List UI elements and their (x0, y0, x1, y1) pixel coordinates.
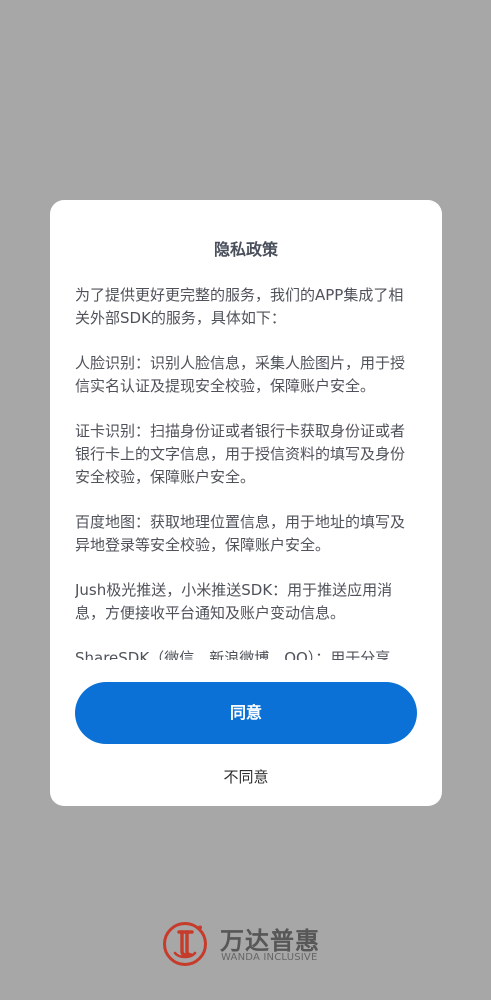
wanda-logo-icon (163, 922, 207, 966)
privacy-paragraph: Jush极光推送，小米推送SDK：用于推送应用消息，方便接收平台通知及账户变动信… (75, 581, 393, 622)
dialog-title: 隐私政策 (213, 240, 278, 259)
privacy-paragraph: 证卡识别：扫描身份证或者银行卡获取身份证或者银行卡上的文字信息，用于授信资料的填… (75, 422, 406, 486)
privacy-policy-text[interactable]: 为了提供更好更完整的服务，我们的APP集成了相关外部SDK的服务，具体如下： 人… (75, 284, 417, 660)
disagree-button[interactable]: 不同意 (50, 766, 442, 787)
agree-button[interactable]: 同意 (75, 682, 417, 744)
brand-logo: 万达普惠 WANDA INCLUSIVE (161, 920, 341, 968)
privacy-paragraph: 人脸识别：识别人脸信息，采集人脸图片，用于授信实名认证及提现安全校验，保障账户安… (75, 354, 406, 395)
privacy-paragraph: 百度地图：获取地理位置信息，用于地址的填写及异地登录等安全校验，保障账户安全。 (75, 513, 406, 554)
privacy-dialog: 隐私政策 为了提供更好更完整的服务，我们的APP集成了相关外部SDK的服务，具体… (50, 200, 442, 806)
brand-name-cn: 万达普惠 (220, 927, 320, 955)
privacy-paragraph: ShareSDK（微信、新浪微博、QQ）：用于分享 (75, 649, 391, 660)
brand-name-en: WANDA INCLUSIVE (221, 952, 318, 963)
privacy-paragraph: 为了提供更好更完整的服务，我们的APP集成了相关外部SDK的服务，具体如下： (75, 286, 404, 327)
